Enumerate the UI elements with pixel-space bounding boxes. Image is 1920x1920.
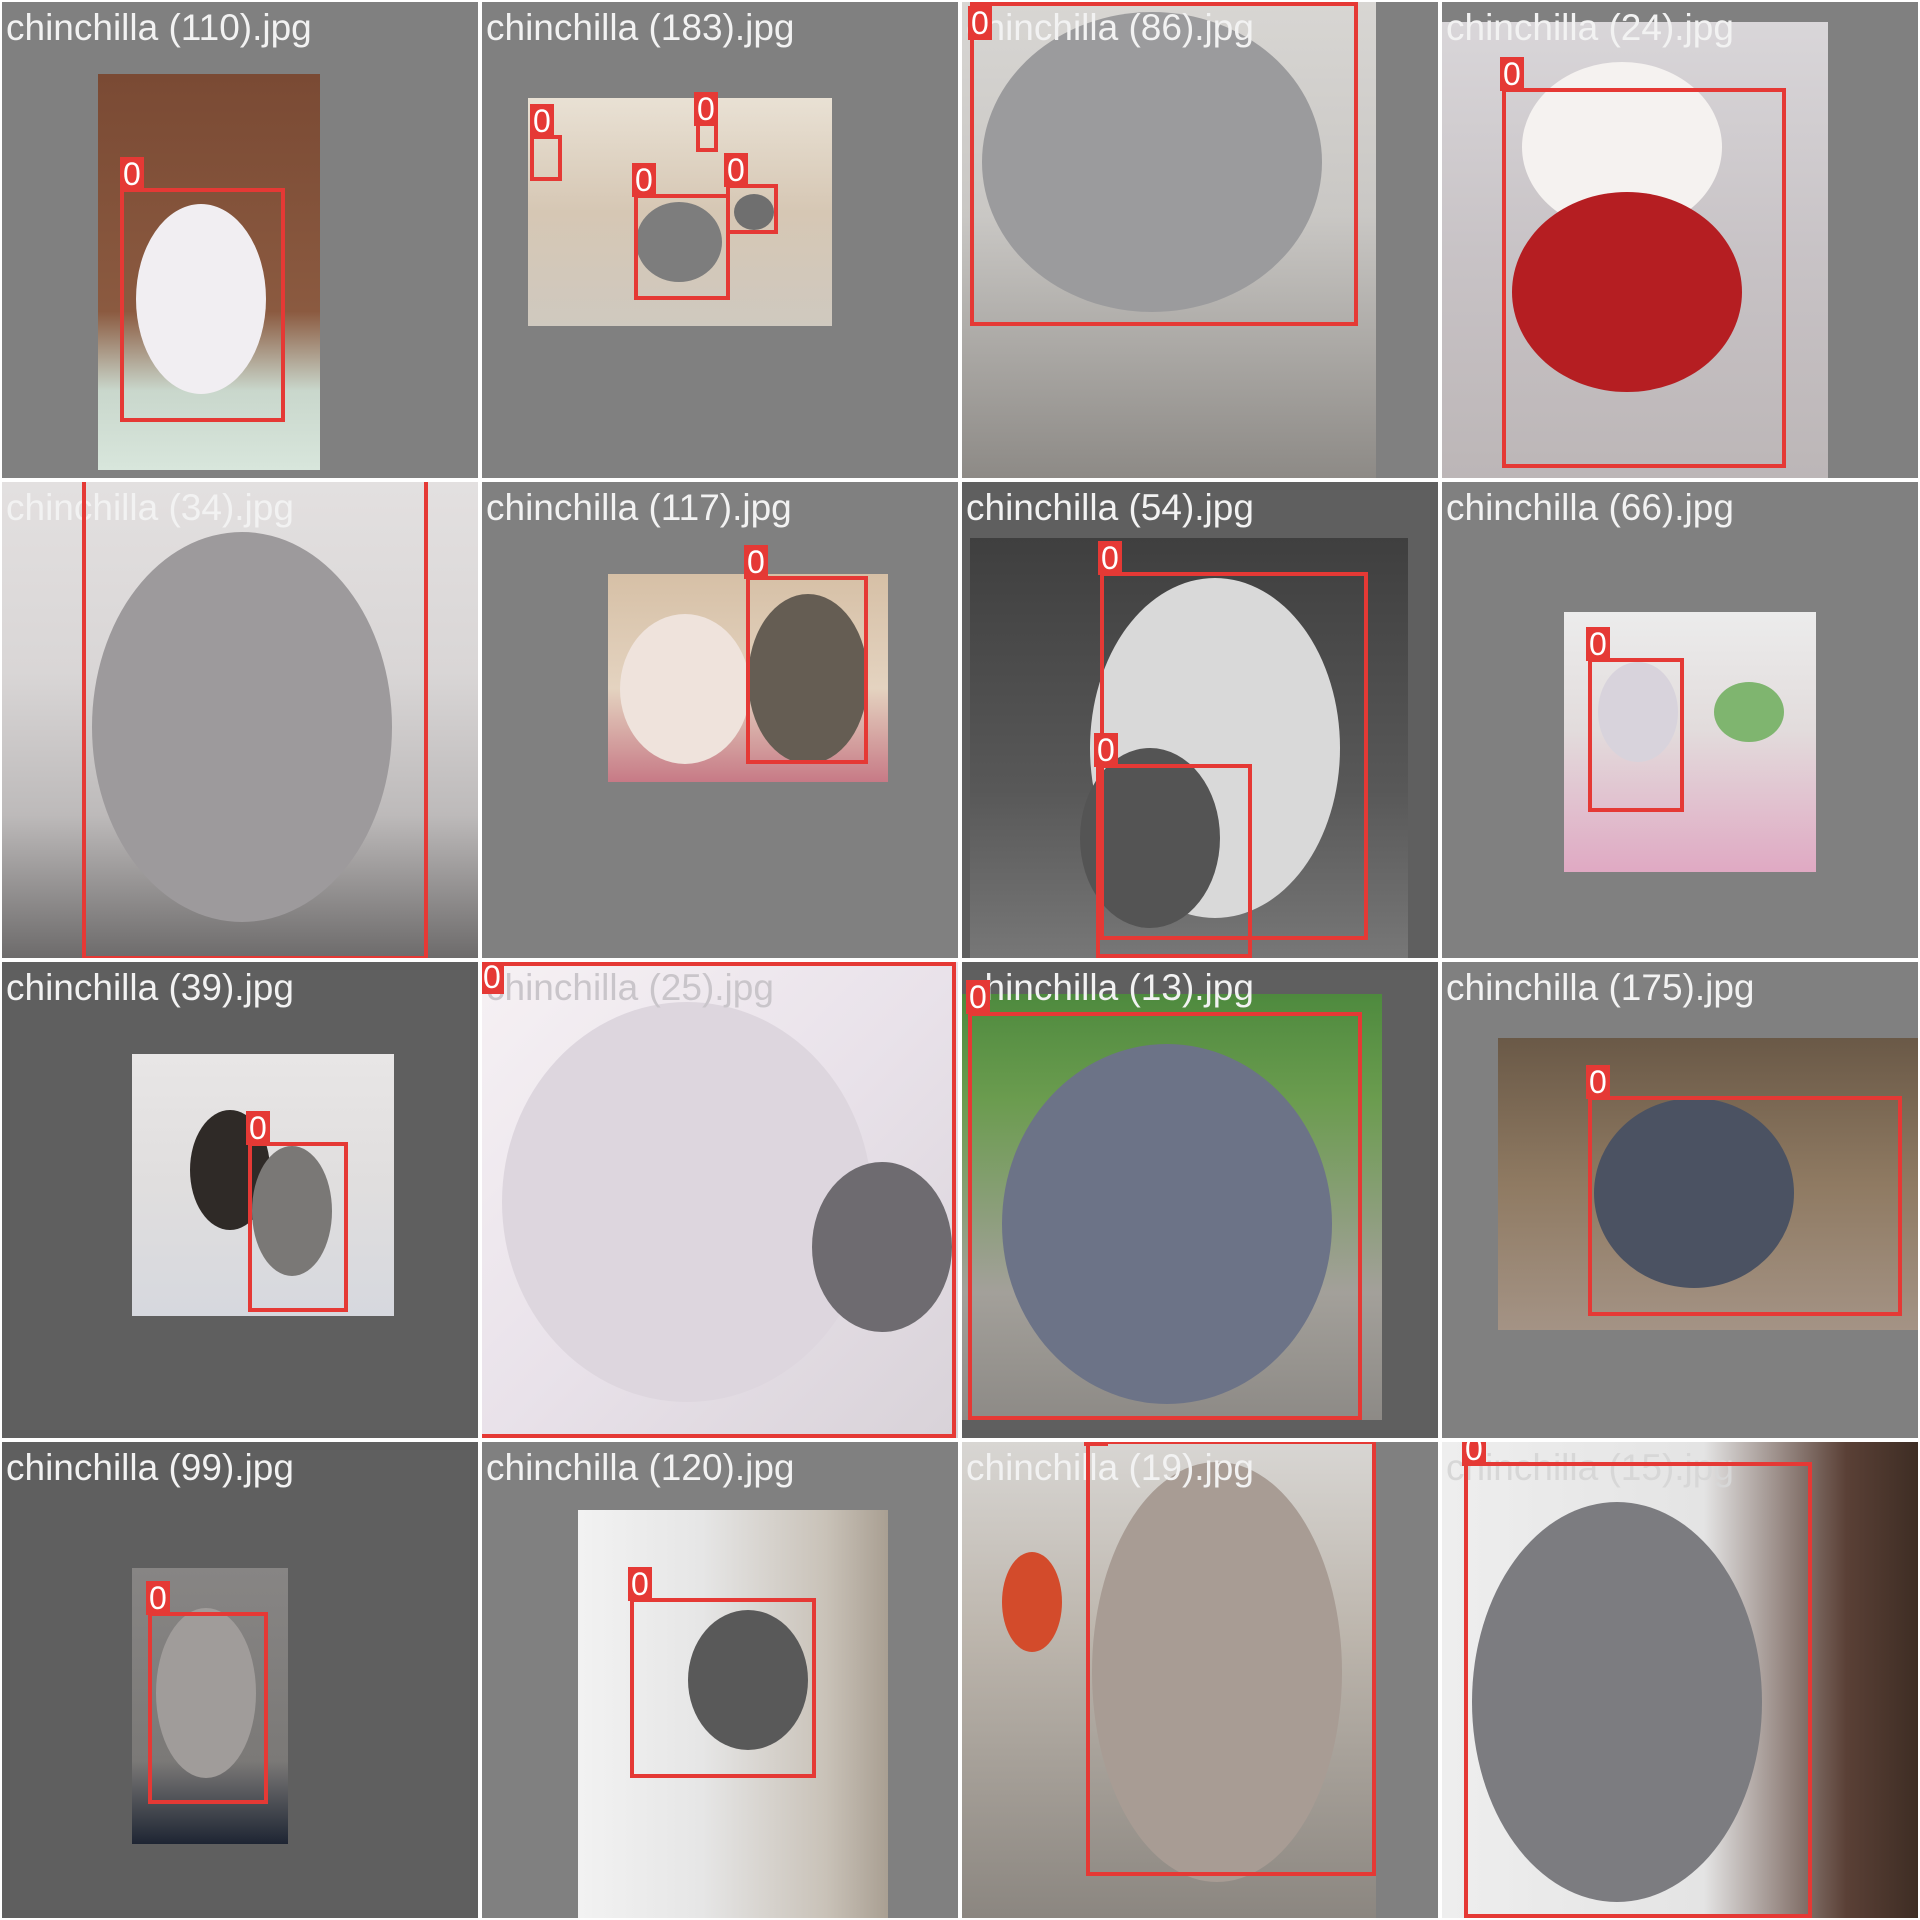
tile-6[interactable]: chinchilla (117).jpg 0 <box>482 482 958 958</box>
class-label: 0 <box>724 153 748 187</box>
bounding-box <box>482 962 956 1438</box>
bounding-box <box>630 1598 816 1778</box>
tile-5[interactable]: chinchilla (34).jpg <box>2 482 478 958</box>
class-label: 0 <box>246 1111 270 1145</box>
bounding-box <box>1086 1442 1376 1876</box>
bounding-box <box>1588 658 1684 812</box>
bounding-box <box>968 1012 1362 1420</box>
bounding-box <box>248 1142 348 1312</box>
tile-filename: chinchilla (66).jpg <box>1446 487 1734 528</box>
tile-filename: chinchilla (99).jpg <box>6 1447 294 1488</box>
bounding-box <box>970 2 1358 326</box>
class-label: 0 <box>1094 733 1118 767</box>
class-label: 0 <box>530 104 554 138</box>
bounding-box <box>746 576 868 764</box>
bounding-box <box>1096 764 1252 958</box>
class-label: 0 <box>1462 1442 1486 1466</box>
class-label: 0 <box>1500 57 1524 91</box>
tile-16[interactable]: chinchilla (15).jpg 0 <box>1442 1442 1918 1918</box>
bounding-box <box>120 188 285 422</box>
bounding-box <box>148 1612 268 1804</box>
tile-filename: chinchilla (175).jpg <box>1446 967 1755 1008</box>
class-label: 0 <box>1084 1442 1108 1446</box>
tile-14[interactable]: chinchilla (120).jpg 0 <box>482 1442 958 1918</box>
tile-filename: chinchilla (183).jpg <box>486 7 795 48</box>
class-label: 0 <box>968 6 992 40</box>
tile-filename: chinchilla (120).jpg <box>486 1447 795 1488</box>
tile-10[interactable]: chinchilla (25).jpg 0 <box>482 962 958 1438</box>
tile-filename: chinchilla (54).jpg <box>966 487 1254 528</box>
tile-filename: chinchilla (110).jpg <box>6 7 312 48</box>
bounding-box <box>1588 1096 1902 1316</box>
class-label: 0 <box>632 163 656 197</box>
tile-12[interactable]: chinchilla (175).jpg 0 <box>1442 962 1918 1438</box>
bounding-box <box>82 482 428 958</box>
image-grid: chinchilla (110).jpg 0 chinchilla (183).… <box>0 0 1920 1920</box>
bounding-box <box>634 194 730 300</box>
bounding-box <box>726 184 778 234</box>
tile-filename: chinchilla (24).jpg <box>1446 7 1734 48</box>
tile-1[interactable]: chinchilla (110).jpg 0 <box>2 2 478 478</box>
bounding-box <box>1464 1462 1812 1918</box>
class-label: 0 <box>146 1581 170 1615</box>
class-label: 0 <box>120 157 144 191</box>
class-label: 0 <box>1586 1065 1610 1099</box>
tile-8[interactable]: chinchilla (66).jpg 0 <box>1442 482 1918 958</box>
tile-9[interactable]: chinchilla (39).jpg 0 <box>2 962 478 1438</box>
class-label: 0 <box>628 1567 652 1601</box>
tile-3[interactable]: chinchilla (86).jpg 0 <box>962 2 1438 478</box>
tile-7[interactable]: chinchilla (54).jpg 0 0 <box>962 482 1438 958</box>
class-label: 0 <box>1098 541 1122 575</box>
bounding-box <box>1502 88 1786 468</box>
class-label: 0 <box>694 92 718 126</box>
tile-15[interactable]: chinchilla (19).jpg 0 <box>962 1442 1438 1918</box>
tile-2[interactable]: chinchilla (183).jpg 0 0 0 0 <box>482 2 958 478</box>
tile-4[interactable]: chinchilla (24).jpg 0 <box>1442 2 1918 478</box>
tile-11[interactable]: chinchilla (13).jpg 0 <box>962 962 1438 1438</box>
tile-13[interactable]: chinchilla (99).jpg 0 <box>2 1442 478 1918</box>
class-label: 0 <box>966 980 990 1014</box>
tile-filename: chinchilla (117).jpg <box>486 487 792 528</box>
tile-filename: chinchilla (39).jpg <box>6 967 294 1008</box>
tile-filename: chinchilla (13).jpg <box>966 967 1254 1008</box>
class-label: 0 <box>482 962 504 994</box>
class-label: 0 <box>744 545 768 579</box>
class-label: 0 <box>1586 627 1610 661</box>
bounding-box <box>530 135 562 181</box>
